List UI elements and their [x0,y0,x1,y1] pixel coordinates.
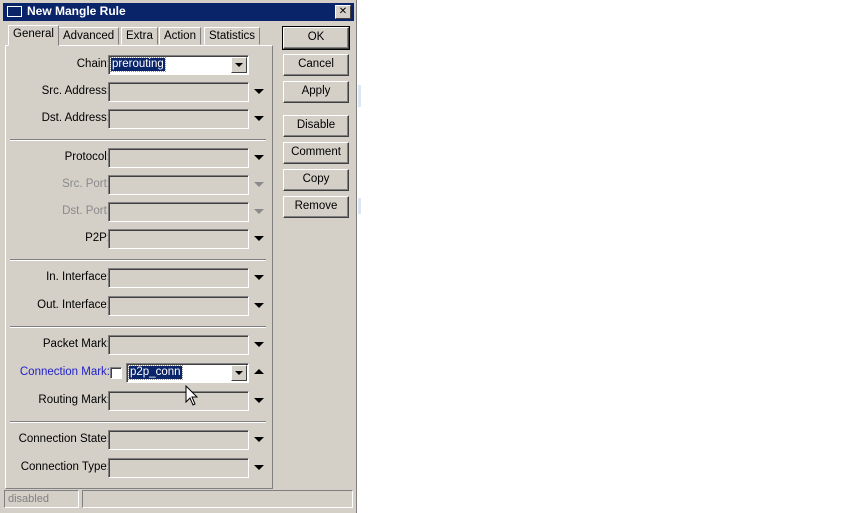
dst-port-field [108,202,249,222]
connection-type-label: Connection Type: [20,461,110,473]
tab-general[interactable]: General [8,25,59,46]
connection-mark-row: Connection Mark: p2p_conn [6,362,274,384]
separator [10,259,266,261]
connection-state-expand-icon[interactable] [254,437,264,442]
window-title: New Mangle Rule [27,4,126,18]
status-cell-empty [82,490,353,508]
routing-mark-label: Routing Mark: [38,394,110,406]
protocol-expand-icon[interactable] [254,155,264,160]
src-port-row: Src. Port: [6,174,274,196]
mouse-cursor-icon [185,385,199,406]
background-window-edge [358,198,361,214]
routing-mark-expand-icon[interactable] [254,398,264,403]
in-interface-expand-icon[interactable] [254,275,264,280]
chain-label: Chain: [76,58,110,70]
background-window-edge [358,85,361,107]
tab-extra[interactable]: Extra [121,27,158,45]
out-interface-row: Out. Interface: [6,295,274,317]
mangle-rule-dialog: New Mangle Rule ✕ General Advanced Extra… [0,0,357,513]
connection-state-label: Connection State: [18,433,110,445]
out-interface-field[interactable] [108,296,249,316]
connection-state-field[interactable] [108,430,249,450]
connection-state-row: Connection State: [6,429,274,451]
src-port-field [108,175,249,195]
packet-mark-field[interactable] [108,335,249,355]
connection-mark-dropdown-button[interactable] [231,365,247,381]
remove-button[interactable]: Remove [283,196,349,218]
separator [10,139,266,141]
tab-statistics[interactable]: Statistics [204,27,261,45]
chain-select[interactable]: prerouting [108,55,249,75]
connection-type-expand-icon[interactable] [254,465,264,470]
p2p-expand-icon[interactable] [254,236,264,241]
src-port-expand-icon [254,182,264,187]
disable-button[interactable]: Disable [283,115,349,137]
protocol-field[interactable] [108,148,249,168]
cancel-button[interactable]: Cancel [283,54,349,76]
p2p-row: P2P: [6,228,274,250]
packet-mark-expand-icon[interactable] [254,342,264,347]
src-address-field[interactable] [108,82,249,102]
connection-mark-negate-checkbox[interactable] [110,367,122,379]
copy-button[interactable]: Copy [283,169,349,191]
protocol-label: Protocol: [64,151,110,163]
connection-mark-collapse-icon[interactable] [254,369,264,374]
chain-value: prerouting [110,57,166,72]
connection-mark-label: Connection Mark: [19,366,110,378]
status-text: disabled [4,490,79,508]
dst-port-expand-icon [254,209,264,214]
out-interface-expand-icon[interactable] [254,303,264,308]
separator [10,326,266,328]
connection-mark-select[interactable]: p2p_conn [126,363,249,383]
dst-port-label: Dst. Port: [62,205,110,217]
src-port-label: Src. Port: [62,178,110,190]
dst-address-expand-icon[interactable] [254,116,264,121]
connection-type-field[interactable] [108,458,249,478]
chain-row: Chain: prerouting [6,54,274,76]
ok-button[interactable]: OK [282,26,350,50]
p2p-field[interactable] [108,229,249,249]
in-interface-field[interactable] [108,268,249,288]
chain-dropdown-button[interactable] [231,57,247,73]
p2p-label: P2P: [85,232,110,244]
src-address-label: Src. Address: [41,85,110,97]
window-icon [7,6,22,17]
dst-address-row: Dst. Address: [6,108,274,130]
dst-address-field[interactable] [108,109,249,129]
tab-action[interactable]: Action [159,27,201,45]
connection-mark-value: p2p_conn [128,365,183,380]
apply-button[interactable]: Apply [283,81,349,103]
out-interface-label: Out. Interface: [37,299,110,311]
src-address-expand-icon[interactable] [254,89,264,94]
packet-mark-row: Packet Mark: [6,334,274,356]
protocol-row: Protocol: [6,147,274,169]
dst-port-row: Dst. Port: [6,201,274,223]
packet-mark-label: Packet Mark: [42,338,110,350]
close-button[interactable]: ✕ [335,5,351,19]
separator [10,421,266,423]
routing-mark-field[interactable] [108,391,249,411]
general-tab-panel: Chain: prerouting Src. Address: Dst. Add… [5,45,273,489]
connection-type-row: Connection Type: [6,457,274,479]
status-bar: disabled [4,490,354,509]
title-bar[interactable]: New Mangle Rule ✕ [3,3,354,21]
comment-button[interactable]: Comment [283,142,349,164]
in-interface-row: In. Interface: [6,267,274,289]
tab-advanced[interactable]: Advanced [58,27,120,45]
routing-mark-row: Routing Mark: [6,390,274,412]
in-interface-label: In. Interface: [46,271,110,283]
dst-address-label: Dst. Address: [41,112,110,124]
src-address-row: Src. Address: [6,81,274,103]
